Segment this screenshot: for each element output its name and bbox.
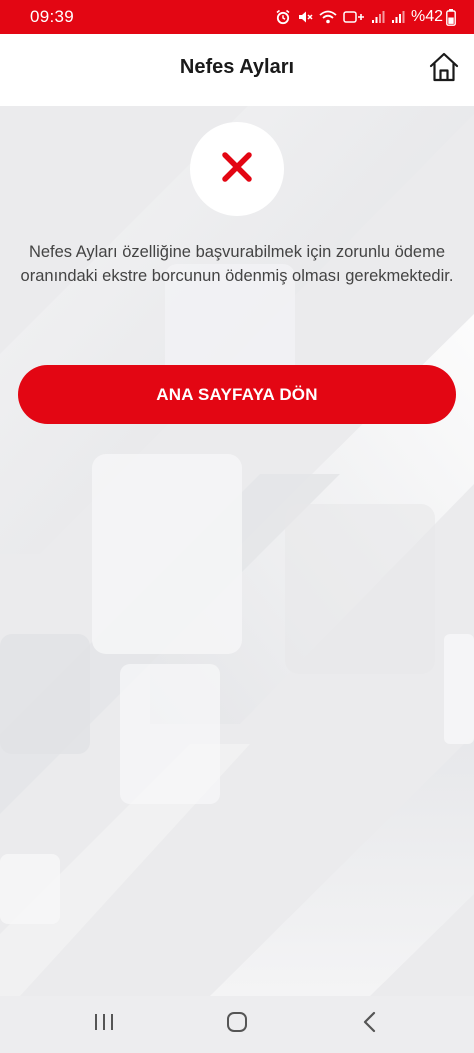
back-icon — [362, 1011, 378, 1038]
mute-icon — [297, 9, 313, 25]
close-x-icon — [220, 150, 254, 189]
status-time: 09:39 — [30, 7, 75, 26]
page-title: Nefes Ayları — [179, 56, 295, 78]
back-to-home-button[interactable]: ANA SAYFAYA DÖN — [18, 365, 456, 424]
battery-percent: %42 — [410, 8, 443, 25]
recents-button[interactable] — [82, 1006, 126, 1042]
volte-icon — [343, 10, 365, 24]
home-circle-icon — [226, 1011, 248, 1038]
home-icon — [428, 51, 460, 88]
alarm-icon — [275, 9, 291, 25]
navigation-bar — [0, 996, 474, 1053]
home-nav-button[interactable] — [215, 1006, 259, 1042]
status-bar: 09:39 %42 — [0, 0, 474, 34]
signal-icon — [391, 10, 405, 24]
battery-status: %42 — [411, 8, 456, 26]
battery-icon — [446, 8, 456, 26]
home-button[interactable] — [425, 50, 463, 88]
back-button[interactable] — [348, 1006, 392, 1042]
error-message: Nefes Ayları özelliğine başvurabilmek iç… — [20, 243, 454, 285]
wifi-icon — [319, 9, 337, 25]
signal-icon — [371, 10, 385, 24]
error-icon-circle — [190, 122, 284, 216]
recents-icon — [93, 1012, 115, 1037]
status-icons: %42 — [275, 8, 456, 26]
